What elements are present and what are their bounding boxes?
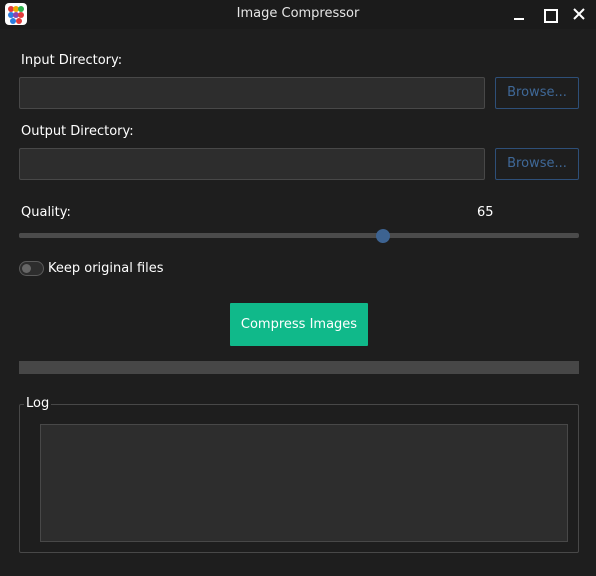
quality-label: Quality: — [21, 205, 71, 220]
log-group-title: Log — [24, 396, 52, 411]
input-browse-button[interactable]: Browse... — [495, 77, 579, 109]
quality-slider-handle[interactable] — [376, 229, 390, 243]
keep-original-label: Keep original files — [48, 261, 164, 276]
app-window: Image Compressor Input Directory: Browse… — [0, 0, 596, 576]
quality-slider-track[interactable] — [19, 233, 579, 238]
input-directory-field[interactable] — [19, 77, 485, 109]
keep-original-toggle[interactable] — [19, 261, 44, 276]
log-text-area[interactable] — [40, 424, 568, 542]
output-directory-label: Output Directory: — [21, 124, 134, 139]
maximize-icon[interactable] — [539, 4, 559, 24]
window-title: Image Compressor — [236, 6, 360, 21]
quality-slider-fill — [19, 233, 383, 238]
title-bar[interactable]: Image Compressor — [0, 0, 596, 29]
compress-images-button[interactable]: Compress Images — [230, 303, 368, 346]
output-browse-button[interactable]: Browse... — [495, 148, 579, 180]
minimize-icon[interactable] — [509, 4, 529, 24]
toggle-knob — [22, 264, 31, 273]
quality-value: 65 — [477, 205, 494, 220]
close-icon[interactable] — [569, 4, 589, 24]
output-directory-field[interactable] — [19, 148, 485, 180]
input-directory-label: Input Directory: — [21, 53, 123, 68]
progress-bar — [19, 361, 579, 374]
